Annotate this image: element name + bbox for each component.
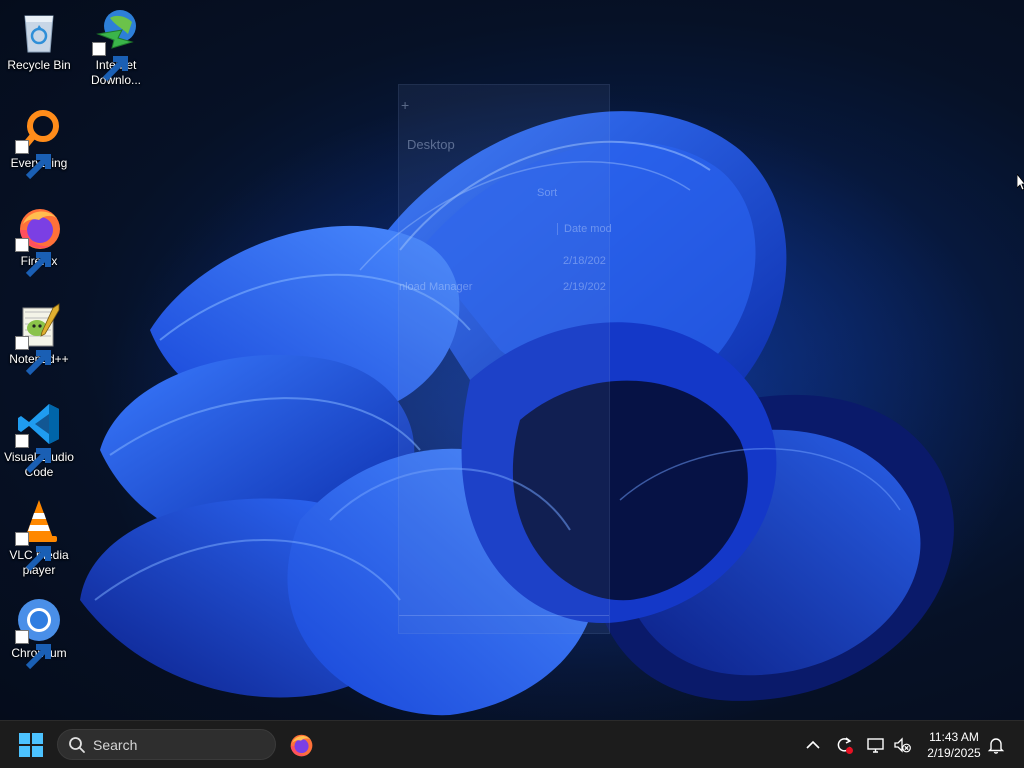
desktop-icon-firefox[interactable]: Firefox bbox=[0, 204, 78, 278]
desktop-icon-vlc[interactable]: VLC media player bbox=[0, 498, 78, 578]
firefox-icon bbox=[15, 204, 63, 278]
internet-download-manager-icon bbox=[92, 8, 140, 82]
taskbar-clock[interactable]: 11:43 AM 2/19/2025 bbox=[920, 729, 988, 761]
notification-bell-icon[interactable] bbox=[986, 735, 1006, 755]
desktop-icon-internet-download-manager[interactable]: Internet Downlo... bbox=[77, 8, 155, 88]
shortcut-arrow-icon bbox=[92, 42, 128, 82]
desktop-icon-everything[interactable]: Everything bbox=[0, 106, 78, 180]
desktop-icon-label: Recycle Bin bbox=[7, 58, 71, 72]
search-placeholder: Search bbox=[93, 737, 138, 753]
shortcut-arrow-icon bbox=[15, 140, 51, 180]
desktop-icon-chromium[interactable]: Chromium bbox=[0, 596, 78, 670]
shortcut-arrow-icon bbox=[15, 336, 51, 376]
ghost-row-name: nload Manager bbox=[399, 281, 473, 293]
shortcut-arrow-icon bbox=[15, 434, 51, 474]
desktop-icon-recycle-bin[interactable]: Recycle Bin bbox=[0, 8, 78, 73]
taskbar: Search 11:43 AM 2/19/2025 bbox=[0, 720, 1024, 768]
ghost-new-tab-plus: + bbox=[401, 97, 410, 113]
show-hidden-icons-chevron-icon[interactable] bbox=[803, 735, 823, 755]
mouse-cursor-icon bbox=[1017, 174, 1024, 191]
desktop-icon-vscode[interactable]: Visual Studio Code bbox=[0, 400, 78, 480]
everything-search-icon bbox=[15, 106, 63, 180]
ghost-date-column-header: Date mod bbox=[557, 223, 612, 235]
notepad-plus-plus-icon bbox=[15, 302, 63, 376]
ghost-row-date: 2/18/202 bbox=[563, 255, 606, 267]
ghost-window-title: Desktop bbox=[407, 137, 455, 152]
taskbar-firefox-icon[interactable] bbox=[288, 732, 314, 758]
ghost-explorer-window: + Desktop Sort Date mod 2/18/202 nload M… bbox=[398, 84, 612, 634]
clock-time: 11:43 AM bbox=[929, 730, 979, 744]
vlc-icon bbox=[15, 498, 63, 572]
sync-update-icon[interactable] bbox=[834, 735, 854, 755]
ghost-row-date: 2/19/202 bbox=[563, 281, 606, 293]
desktop-icon-notepad-plus-plus[interactable]: Notepad++ bbox=[0, 302, 78, 376]
search-icon bbox=[69, 737, 85, 753]
ghost-sort-label: Sort bbox=[537, 187, 558, 199]
network-icon[interactable] bbox=[866, 735, 886, 755]
shortcut-arrow-icon bbox=[15, 532, 51, 572]
chromium-icon bbox=[15, 596, 63, 670]
recycle-bin-icon bbox=[15, 8, 63, 56]
shortcut-arrow-icon bbox=[15, 238, 51, 278]
ghost-divider bbox=[399, 615, 609, 616]
shortcut-arrow-icon bbox=[15, 630, 51, 670]
windows-start-icon[interactable] bbox=[18, 732, 44, 758]
volume-muted-icon[interactable] bbox=[892, 735, 912, 755]
taskbar-search-box[interactable]: Search bbox=[57, 729, 276, 760]
vscode-icon bbox=[15, 400, 63, 474]
clock-date: 2/19/2025 bbox=[927, 746, 981, 760]
desktop[interactable]: + Desktop Sort Date mod 2/18/202 nload M… bbox=[0, 0, 1024, 720]
